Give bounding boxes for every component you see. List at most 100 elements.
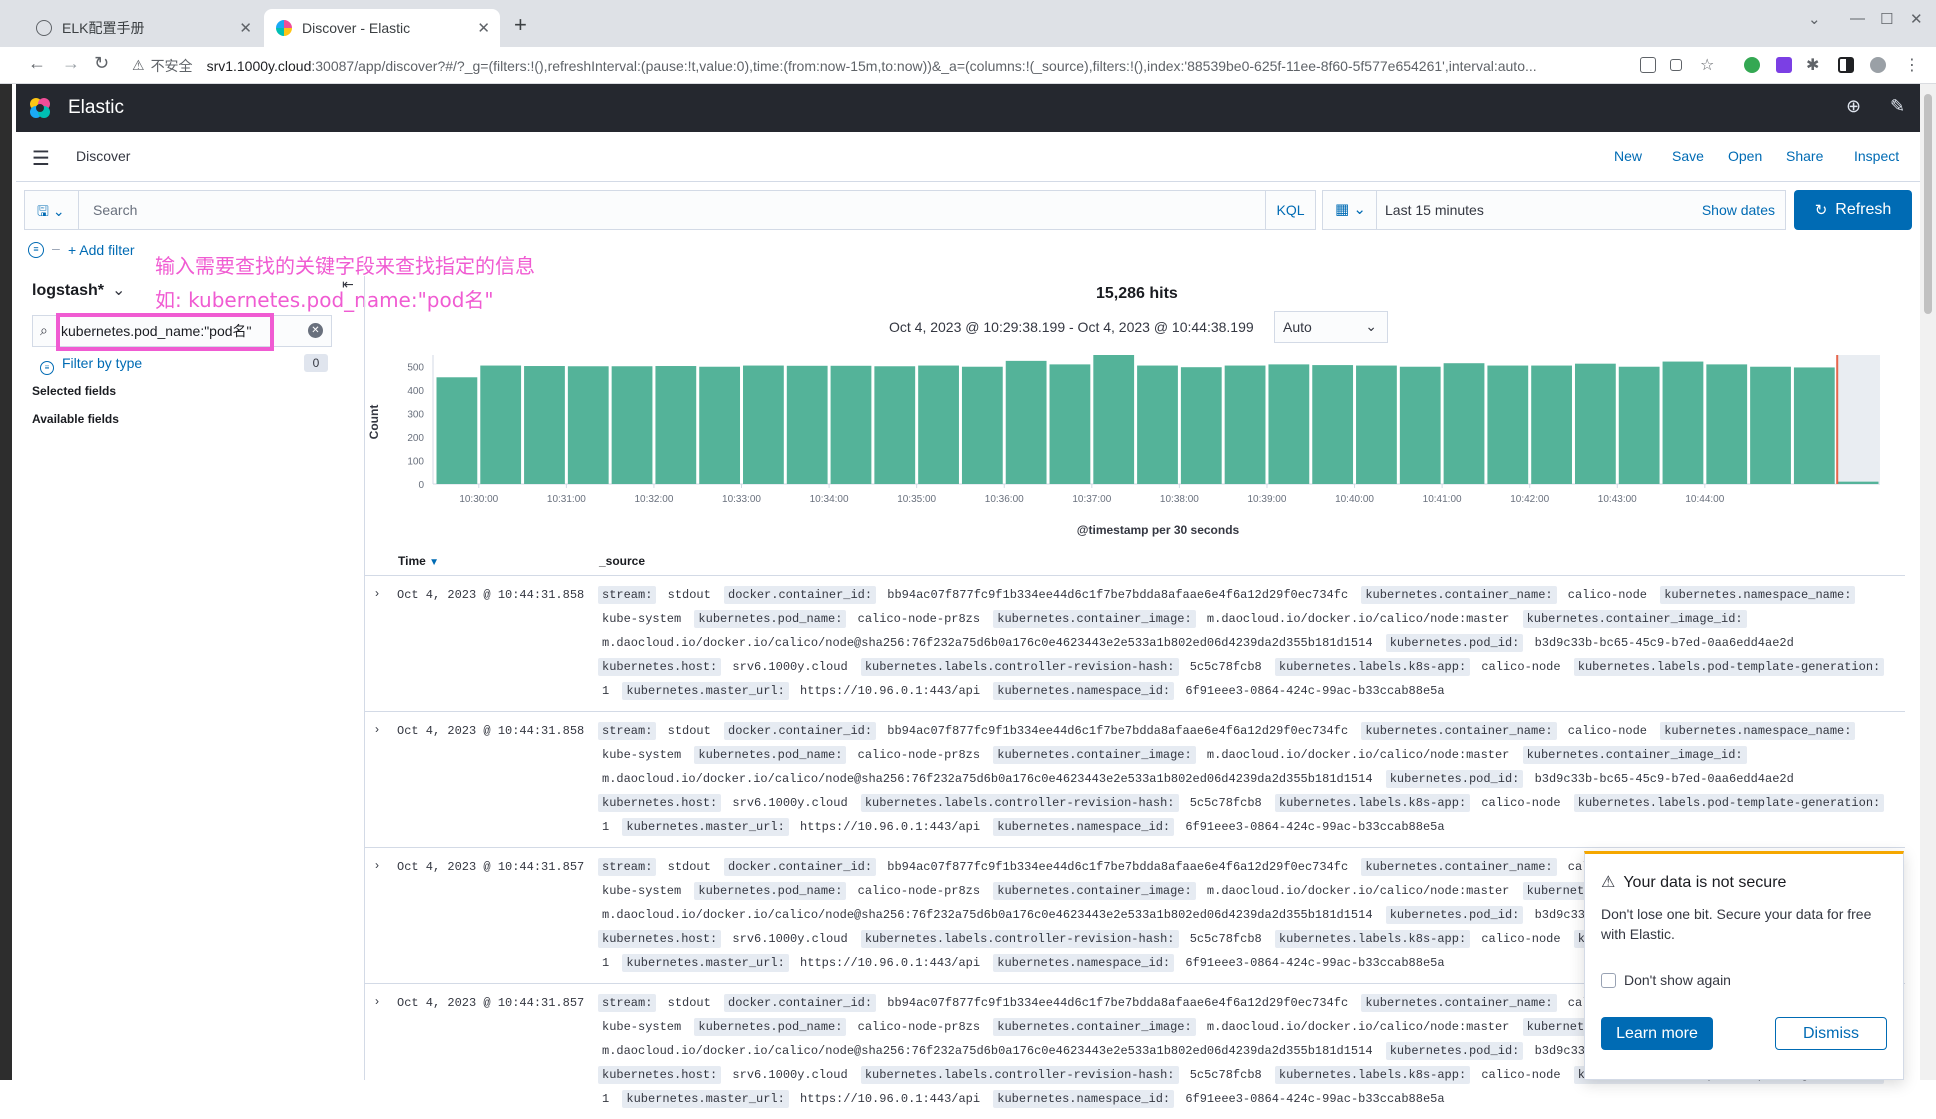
index-pattern-selector[interactable]: logstash* ⌄ xyxy=(32,280,125,300)
histogram-bar xyxy=(1180,367,1222,484)
filter-options-icon[interactable]: ≡ xyxy=(28,242,44,258)
column-header-source: _source xyxy=(599,554,646,568)
source-field-value: https://10.96.0.1:443/api xyxy=(800,956,981,970)
extension-purple-icon[interactable] xyxy=(1776,57,1792,73)
browser-tab-strip: ELK配置手册 ✕ Discover - Elastic ✕ + ⌄ — ☐ ✕ xyxy=(0,0,1936,47)
expand-row-icon[interactable]: › xyxy=(375,586,379,600)
source-field-key: kubernetes.pod_id: xyxy=(1385,906,1524,924)
column-header-time[interactable]: Time ▼ xyxy=(398,554,439,568)
source-field-value: calico-node xyxy=(1567,724,1648,738)
source-field-value: 6f91eee3-0864-424c-99ac-b33ccab88e5a xyxy=(1185,684,1445,698)
source-field-key: kubernetes.container_image: xyxy=(993,882,1196,900)
address-bar-row: ← → ↻ ⚠ 不安全 srv1.1000y.cloud :30087/app/… xyxy=(0,47,1936,84)
source-field-key: kubernetes.pod_name: xyxy=(694,1018,847,1036)
browser-menu-icon[interactable]: ⋮ xyxy=(1904,55,1920,75)
expand-row-icon[interactable]: › xyxy=(375,722,379,736)
source-field-value: b3d9c33b-bc65-45c9-b7ed-0aa6edd4ae2d xyxy=(1534,636,1794,650)
show-dates-link[interactable]: Show dates xyxy=(1702,202,1775,218)
collapse-sidebar-icon[interactable]: ⇤ xyxy=(342,276,354,293)
filter-by-type-label: Filter by type xyxy=(62,355,143,371)
inspect-link[interactable]: Inspect xyxy=(1854,148,1899,164)
add-filter-link[interactable]: + Add filter xyxy=(68,242,135,258)
source-field-key: kubernetes.namespace_name: xyxy=(1660,586,1856,604)
url-omnibox[interactable]: ⚠ 不安全 srv1.1000y.cloud :30087/app/discov… xyxy=(132,51,1628,80)
close-icon[interactable]: ✕ xyxy=(477,19,490,37)
selected-fields-heading: Selected fields xyxy=(32,384,117,398)
histogram-bar xyxy=(743,365,784,484)
histogram-bar xyxy=(1531,365,1572,484)
chevron-down-icon: ⌄ xyxy=(1365,318,1377,334)
table-row[interactable]: › Oct 4, 2023 @ 10:44:31.858 stream: stdou… xyxy=(365,575,1905,711)
histogram-bar xyxy=(1137,365,1178,484)
source-field-key: kubernetes.namespace_id: xyxy=(993,682,1175,700)
table-row[interactable]: › Oct 4, 2023 @ 10:44:31.858 stream: stdou… xyxy=(365,711,1905,847)
clear-icon[interactable]: ✕ xyxy=(308,323,323,338)
row-timestamp: Oct 4, 2023 @ 10:44:31.857 xyxy=(397,860,585,874)
help-lifebuoy-icon[interactable]: ⊕ xyxy=(1846,96,1861,117)
translate-icon[interactable] xyxy=(1640,57,1656,73)
dismiss-button[interactable]: Dismiss xyxy=(1775,1017,1887,1050)
dont-show-again-checkbox[interactable]: Don't show again xyxy=(1601,972,1731,988)
page-scrollbar[interactable] xyxy=(1920,84,1936,1080)
window-close-icon[interactable]: ✕ xyxy=(1910,10,1923,28)
reload-icon[interactable]: ↻ xyxy=(94,53,109,74)
calendar-icon[interactable]: ▦ ⌄ xyxy=(1323,191,1377,229)
histogram-bar xyxy=(1574,363,1616,484)
checkbox-box[interactable] xyxy=(1601,973,1616,988)
field-search-input[interactable] xyxy=(57,317,297,345)
source-field-key: docker.container_id: xyxy=(724,994,877,1012)
expand-row-icon[interactable]: › xyxy=(375,994,379,1008)
save-link[interactable]: Save xyxy=(1672,148,1704,164)
source-field-value: stdout xyxy=(667,996,711,1010)
source-field-key: kubernetes.master_url: xyxy=(622,954,789,972)
refresh-button[interactable]: ↻ Refresh xyxy=(1794,190,1912,230)
saved-query-icon[interactable]: 🖫 ⌄ xyxy=(25,191,79,229)
histogram-bar xyxy=(611,366,653,484)
source-field-key: stream: xyxy=(598,858,657,876)
profile-avatar-icon[interactable] xyxy=(1870,57,1886,73)
close-icon[interactable]: ✕ xyxy=(239,19,252,37)
index-pattern-name: logstash* xyxy=(32,282,105,299)
back-arrow-icon[interactable]: ← xyxy=(28,53,46,74)
x-tick-label: 10:31:00 xyxy=(547,494,586,505)
bookmark-star-icon[interactable]: ☆ xyxy=(1700,55,1714,75)
refresh-label: Refresh xyxy=(1835,201,1892,218)
share-icon[interactable] xyxy=(1670,59,1682,71)
source-field-value: calico-node-pr8zs xyxy=(857,884,981,898)
source-field-value: stdout xyxy=(667,860,711,874)
y-tick-label: 0 xyxy=(418,480,424,491)
source-field-value: https://10.96.0.1:443/api xyxy=(800,684,981,698)
kql-toggle[interactable]: KQL xyxy=(1265,191,1315,229)
browser-tab-discover[interactable]: Discover - Elastic ✕ xyxy=(264,9,500,47)
tab-search-chevron-icon[interactable]: ⌄ xyxy=(1808,10,1821,28)
source-field-value: kube-system xyxy=(602,612,682,626)
histogram-bar xyxy=(1399,366,1441,484)
x-axis-label: @timestamp per 30 seconds xyxy=(1077,523,1240,537)
source-field-value: calico-node-pr8zs xyxy=(857,748,981,762)
new-link[interactable]: New xyxy=(1614,148,1642,164)
minimize-icon[interactable]: — xyxy=(1850,10,1865,27)
newsfeed-icon[interactable]: ✎ xyxy=(1890,96,1905,117)
learn-more-button[interactable]: Learn more xyxy=(1601,1017,1713,1050)
share-link[interactable]: Share xyxy=(1786,148,1823,164)
source-field-key: kubernetes.master_url: xyxy=(622,818,789,836)
menu-hamburger-icon[interactable]: ☰ xyxy=(32,146,50,171)
elastic-logo-icon[interactable] xyxy=(28,96,52,120)
side-panel-icon[interactable] xyxy=(1838,57,1854,73)
x-tick-label: 10:36:00 xyxy=(985,494,1024,505)
interval-select[interactable]: Auto ⌄ xyxy=(1274,311,1388,343)
maximize-icon[interactable]: ☐ xyxy=(1880,10,1893,28)
expand-row-icon[interactable]: › xyxy=(375,858,379,872)
extensions-puzzle-icon[interactable]: ✱ xyxy=(1806,55,1819,75)
open-link[interactable]: Open xyxy=(1728,148,1762,164)
date-range-value[interactable]: Last 15 minutes xyxy=(1385,202,1484,218)
source-field-key: kubernetes.container_image_id: xyxy=(1522,746,1747,764)
x-tick-label: 10:40:00 xyxy=(1335,494,1374,505)
forward-arrow-icon[interactable]: → xyxy=(62,53,80,74)
filter-by-type-button[interactable]: ≡ Filter by type xyxy=(40,355,142,375)
search-input[interactable] xyxy=(85,191,1285,229)
new-tab-icon[interactable]: + xyxy=(514,12,527,38)
browser-tab-elk-manual[interactable]: ELK配置手册 ✕ xyxy=(24,9,262,47)
extension-green-icon[interactable] xyxy=(1744,57,1760,73)
scrollbar-thumb[interactable] xyxy=(1924,94,1932,314)
